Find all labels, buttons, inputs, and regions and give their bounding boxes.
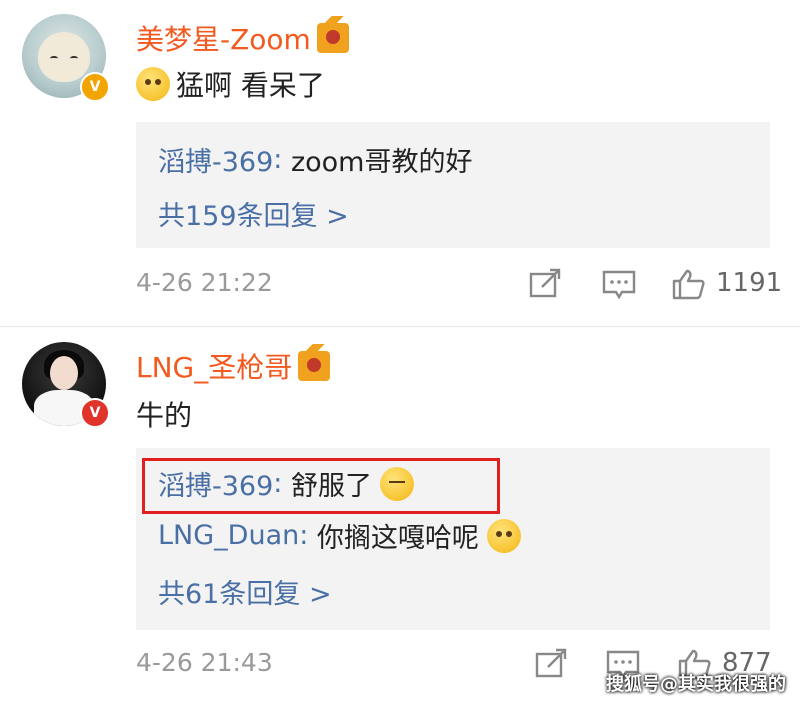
timestamp: 4-26 21:22 xyxy=(136,268,273,297)
more-replies-link[interactable]: 共61条回复 > xyxy=(158,572,332,611)
comment-content: 牛的 xyxy=(136,399,193,432)
verified-badge-icon: V xyxy=(80,72,110,102)
comment-content: 猛啊 看呆了 xyxy=(136,64,325,104)
username[interactable]: LNG_圣枪哥 xyxy=(136,344,331,386)
like-count: 1191 xyxy=(716,268,783,298)
thinking-emoji-icon xyxy=(486,518,521,553)
divider xyxy=(0,326,800,327)
like-icon[interactable] xyxy=(672,268,706,300)
crown-badge-icon xyxy=(298,344,331,381)
share-icon[interactable] xyxy=(528,268,562,300)
share-icon[interactable] xyxy=(534,648,568,680)
reply-box: 滔搏-369: zoom哥教的好 共159条回复 > xyxy=(136,122,770,248)
highlight-box xyxy=(142,458,500,514)
comment-footer: 4-26 21:22 1191 xyxy=(0,264,800,304)
watermark: 搜狐号@其实我很强的 xyxy=(606,674,786,695)
crown-badge-icon xyxy=(316,16,349,53)
reply-item[interactable]: 滔搏-369: zoom哥教的好 xyxy=(158,140,472,179)
comment-1: V 美梦星-Zoom 猛啊 看呆了 滔搏-369: zoom哥教的好 共159条… xyxy=(0,0,800,320)
comment-icon[interactable] xyxy=(602,268,636,300)
username[interactable]: 美梦星-Zoom xyxy=(136,16,349,58)
surprised-emoji-icon xyxy=(136,67,170,101)
more-replies-link[interactable]: 共159条回复 > xyxy=(158,194,349,233)
reply-item[interactable]: LNG_Duan: 你搁这嘎哈呢 xyxy=(158,516,521,555)
timestamp: 4-26 21:43 xyxy=(136,648,273,677)
comment-2: V LNG_圣枪哥 牛的 滔搏-369: 舒服了 LNG_Duan: 你搁这嘎哈… xyxy=(0,334,800,704)
verified-badge-icon: V xyxy=(80,398,110,428)
